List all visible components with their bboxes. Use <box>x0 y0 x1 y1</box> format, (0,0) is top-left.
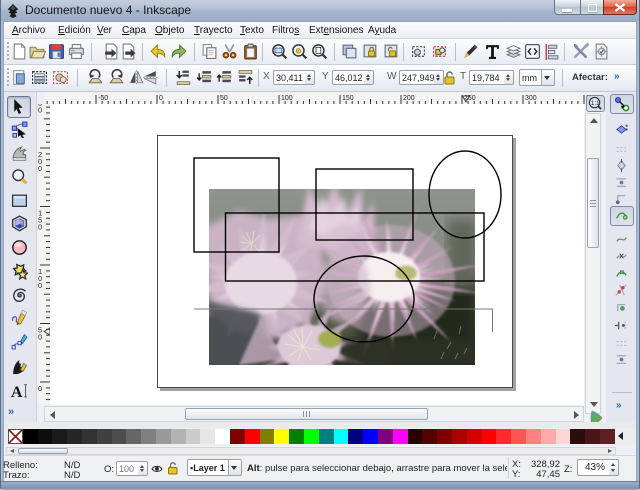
svg-text:-50: -50 <box>98 95 108 102</box>
svg-text:200: 200 <box>403 95 415 102</box>
svg-text:150: 150 <box>342 95 354 102</box>
svg-text:0: 0 <box>38 106 42 115</box>
svg-text:0: 0 <box>38 281 42 290</box>
svg-text:0: 0 <box>159 95 163 102</box>
svg-text:0: 0 <box>38 164 42 173</box>
svg-text:50: 50 <box>220 95 228 102</box>
svg-text:0: 0 <box>38 384 42 393</box>
svg-text:100: 100 <box>281 95 293 102</box>
svg-text:300: 300 <box>525 95 537 102</box>
svg-text:0: 0 <box>38 333 42 342</box>
svg-text:1:1: 1:1 <box>591 100 600 107</box>
svg-text:A: A <box>11 384 23 399</box>
svg-text:0: 0 <box>38 223 42 232</box>
